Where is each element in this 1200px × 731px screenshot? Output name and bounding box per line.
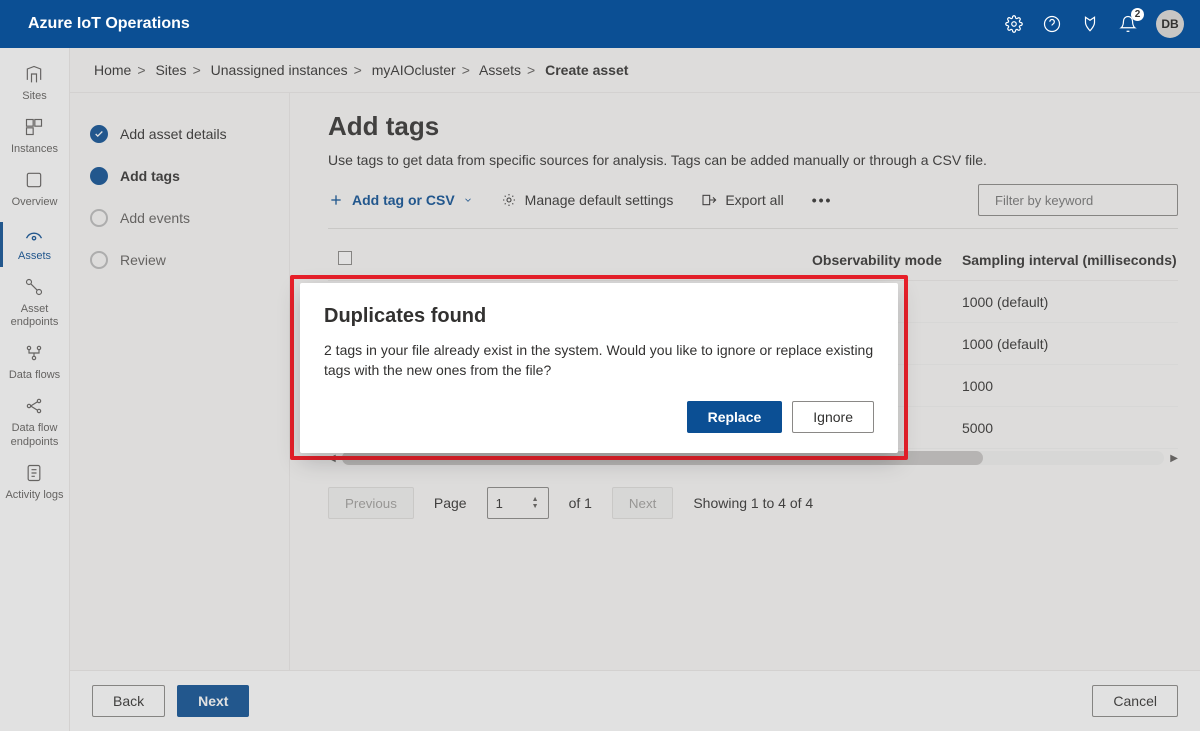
topbar: Azure IoT Operations 2 DB	[0, 0, 1200, 48]
ignore-button[interactable]: Ignore	[792, 401, 874, 433]
notifications-icon[interactable]: 2	[1118, 14, 1138, 34]
dialog-body: 2 tags in your file already exist in the…	[324, 340, 874, 381]
duplicates-dialog: Duplicates found 2 tags in your file alr…	[300, 283, 898, 453]
notification-badge: 2	[1131, 8, 1144, 21]
brand-title: Azure IoT Operations	[28, 15, 190, 33]
feedback-icon[interactable]	[1080, 14, 1100, 34]
avatar[interactable]: DB	[1156, 10, 1184, 38]
replace-button[interactable]: Replace	[687, 401, 783, 433]
help-icon[interactable]	[1042, 14, 1062, 34]
dialog-title: Duplicates found	[324, 305, 874, 328]
settings-icon[interactable]	[1004, 14, 1024, 34]
